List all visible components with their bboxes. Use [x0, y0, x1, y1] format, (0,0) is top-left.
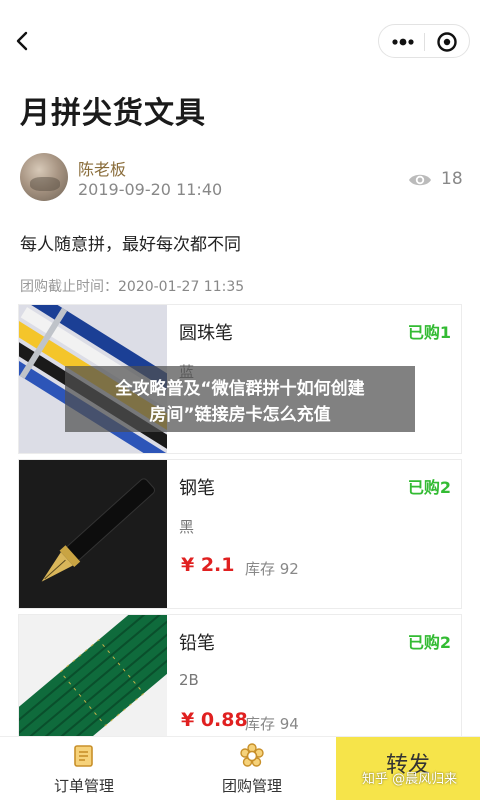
- close-circle-icon[interactable]: [431, 29, 463, 55]
- bought-badge: 已购2: [407, 478, 451, 497]
- product-name: 圆珠笔: [179, 323, 233, 344]
- avatar[interactable]: [20, 153, 68, 201]
- gear-flower-icon: [239, 743, 265, 769]
- overlay-line-1: 全攻略普及“微信群拼十如何创建: [115, 379, 365, 399]
- bought-badge: 已购2: [407, 633, 451, 652]
- author-name[interactable]: 陈老板: [78, 156, 126, 180]
- menu-capsule: [378, 24, 470, 58]
- view-count: 18: [408, 168, 468, 192]
- page-title: 月拼尖货文具: [20, 96, 206, 131]
- description: 每人随意拼，最好每次都不同: [20, 235, 241, 255]
- tab-group[interactable]: 团购管理: [192, 737, 312, 800]
- product-spec: 黑: [179, 518, 195, 536]
- deadline-label: 团购截止时间：: [20, 279, 118, 295]
- product-stock: 库存 94: [245, 715, 299, 733]
- product-card[interactable]: 钢笔 已购2 黑 ¥ 2.1 库存 92: [18, 459, 462, 609]
- product-price: ¥ 0.88: [181, 709, 248, 731]
- product-name: 钢笔: [179, 478, 215, 499]
- bought-badge: 已购1: [407, 323, 451, 342]
- top-bar: [0, 0, 480, 82]
- tab-orders-label: 订单管理: [53, 777, 114, 795]
- post-date: 2019-09-20 11:40: [78, 180, 223, 199]
- deadline: 团购截止时间：2020-01-27 11:35: [20, 276, 244, 296]
- back-arrow-icon[interactable]: [10, 26, 38, 56]
- capsule-divider: [424, 33, 425, 51]
- deadline-value: 2020-01-27 11:35: [118, 279, 245, 295]
- order-doc-icon: [71, 743, 97, 769]
- watermark: 知乎 @晨风归来: [362, 772, 458, 787]
- view-count-value: 18: [441, 169, 463, 189]
- product-name: 铅笔: [179, 633, 215, 654]
- overlay-caption: 全攻略普及“微信群拼十如何创建 房间”链接房卡怎么充值: [65, 366, 415, 432]
- tab-group-label: 团购管理: [221, 777, 282, 795]
- product-price: ¥ 2.1: [181, 554, 235, 576]
- product-image-fountain-pen: [19, 460, 167, 608]
- product-spec: 2B: [179, 671, 199, 689]
- tab-orders[interactable]: 订单管理: [24, 737, 144, 800]
- more-dots-icon[interactable]: [387, 29, 419, 55]
- product-stock: 库存 92: [245, 560, 299, 578]
- overlay-line-2: 房间”链接房卡怎么充值: [149, 405, 331, 425]
- eye-icon: [408, 170, 432, 190]
